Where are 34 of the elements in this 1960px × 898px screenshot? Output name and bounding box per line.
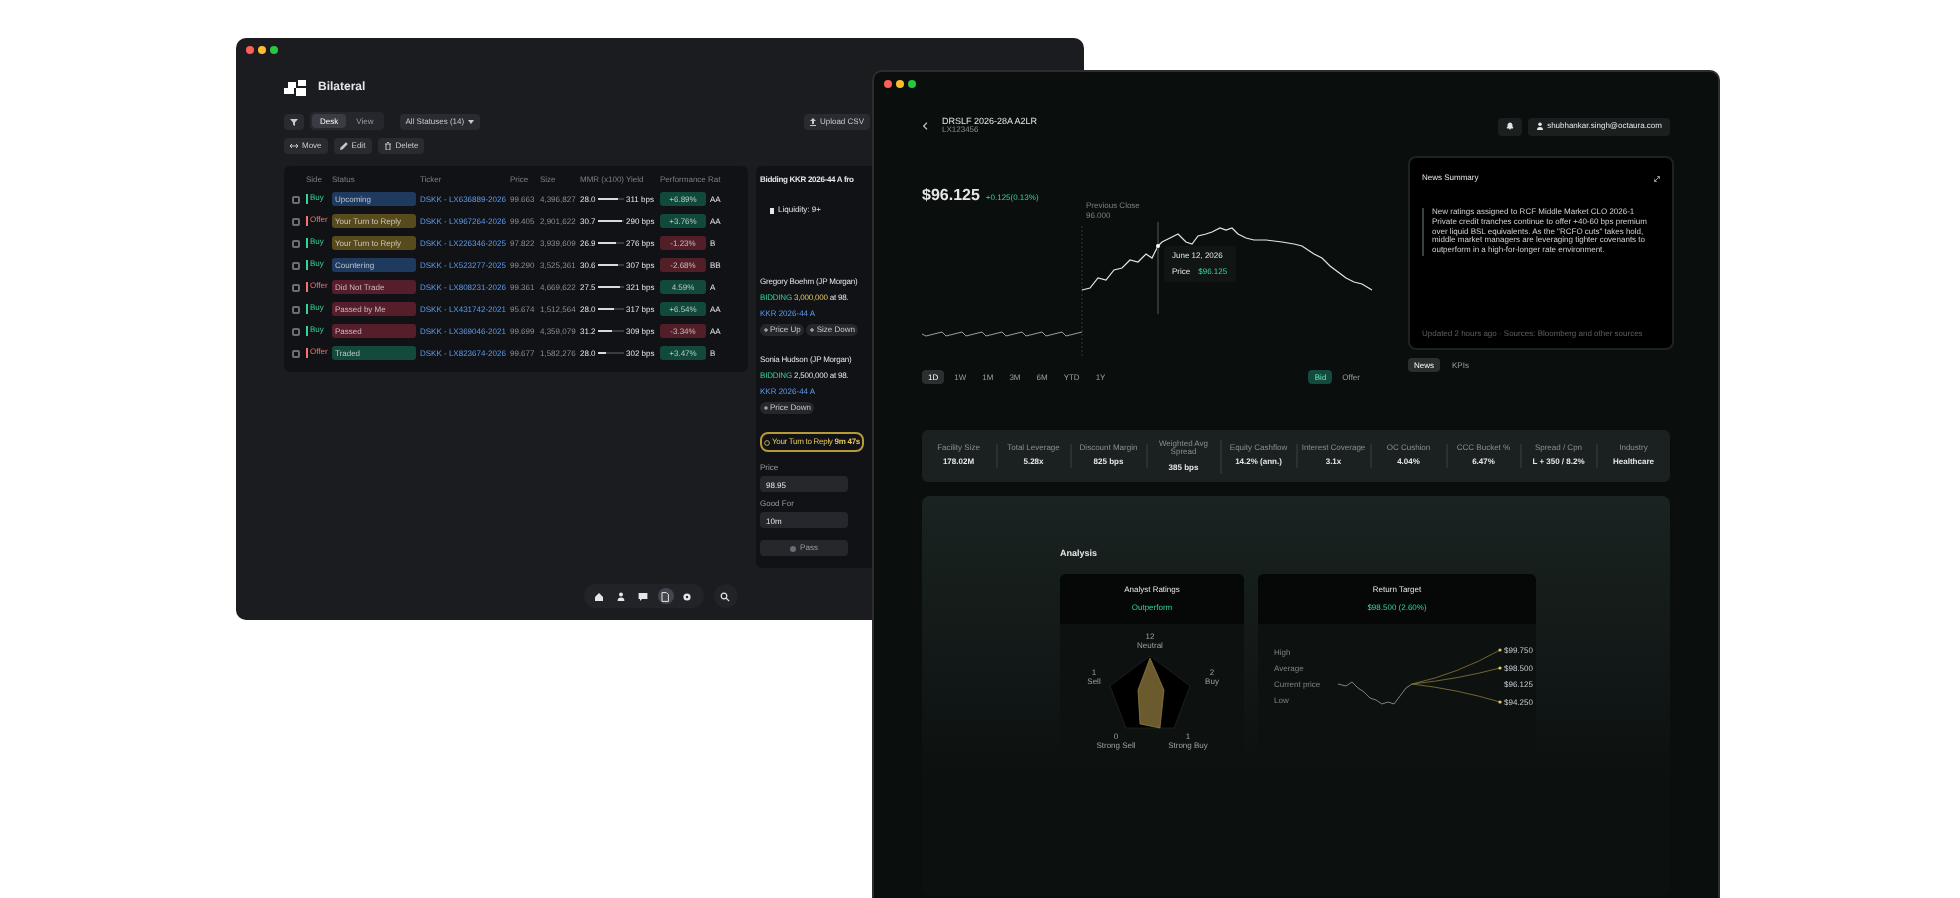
upload-icon [809, 117, 816, 125]
row-checkbox[interactable] [292, 349, 300, 357]
person-icon [1535, 122, 1544, 130]
caret-icon [468, 119, 475, 123]
dock-button[interactable] [635, 588, 651, 604]
row-checkbox[interactable] [292, 283, 300, 291]
bell-icon [1505, 122, 1514, 130]
filter-icon [290, 117, 298, 125]
notifications-button[interactable] [1497, 117, 1522, 135]
chat-icon [638, 591, 648, 601]
row-checkbox[interactable] [292, 305, 300, 313]
expand-icon[interactable] [1654, 175, 1660, 181]
filter-button[interactable] [284, 113, 304, 129]
row-checkbox[interactable] [292, 327, 300, 335]
circle-icon [790, 545, 797, 551]
chevron-left-icon [922, 122, 928, 130]
back-button[interactable] [922, 122, 928, 130]
dock-button[interactable] [679, 588, 695, 604]
dock-button[interactable] [657, 588, 673, 604]
pencil-icon [339, 141, 348, 149]
logo-icon [284, 80, 310, 96]
trash-icon [383, 141, 392, 149]
row-checkbox[interactable] [292, 239, 300, 247]
home-icon [594, 591, 604, 601]
person-icon [616, 591, 626, 601]
price-value: $96.125 [922, 184, 980, 208]
dock-button[interactable] [591, 588, 607, 604]
dock-button[interactable] [613, 588, 629, 604]
row-checkbox[interactable] [292, 217, 300, 225]
document-icon [660, 591, 670, 601]
row-checkbox[interactable] [292, 261, 300, 269]
search-icon [720, 591, 730, 601]
arrows-icon [290, 141, 298, 149]
row-checkbox[interactable] [292, 195, 300, 203]
